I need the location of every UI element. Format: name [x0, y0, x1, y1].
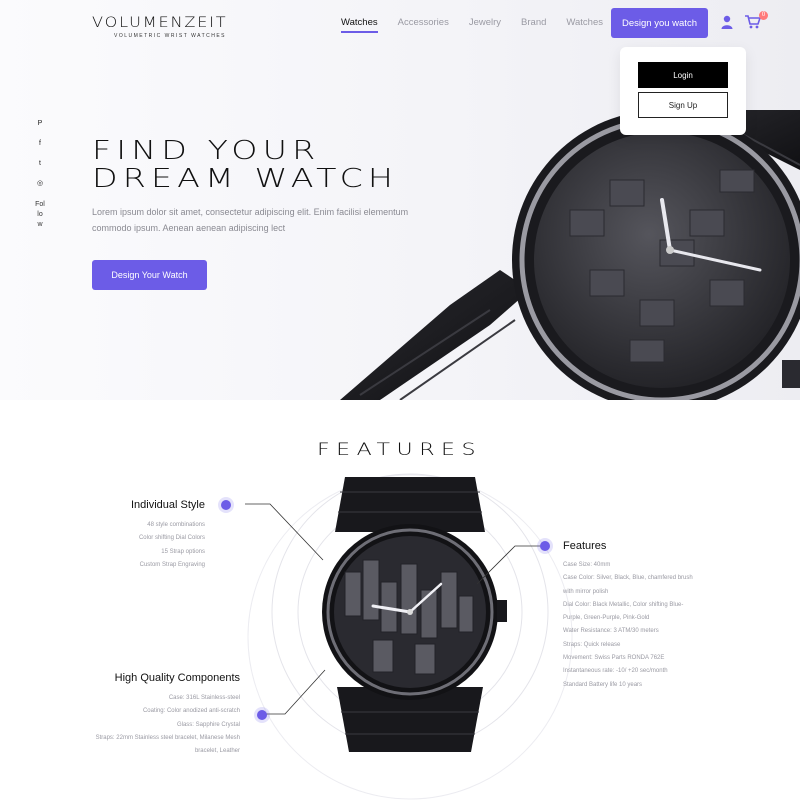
specs-title: Features — [563, 540, 607, 552]
features-watch-graphic — [245, 473, 573, 800]
brand-tagline: Volumetric Wrist Watches — [114, 33, 227, 39]
list-item: Color shifting Dial Colors — [138, 535, 205, 542]
nav-item-accessories[interactable]: Accessories — [398, 17, 449, 28]
user-icon[interactable] — [721, 15, 733, 29]
instagram-icon[interactable]: ◎ — [34, 178, 46, 190]
list-item: Purple, Green-Purple, Pink-Gold — [563, 615, 650, 622]
nav-item-watches[interactable]: Watches — [341, 17, 378, 33]
list-item: 15 Strap options — [161, 548, 205, 555]
individual-style-title: Individual Style — [131, 499, 205, 511]
login-button[interactable]: Login — [638, 62, 728, 88]
list-item: Straps: Quick release — [563, 641, 621, 648]
list-item: Water Resistance: 3 ATM/30 meters — [563, 628, 659, 635]
list-item: Straps: 22mm Stainless steel bracelet, M… — [95, 734, 240, 741]
high-quality-title: High Quality Components — [114, 672, 240, 684]
list-item: Movement: Swiss Parts RONDA 762E — [563, 655, 665, 662]
features-marker — [540, 541, 550, 551]
brand-logo[interactable]: VOLUMENZEIT Volumetric Wrist Watches — [92, 15, 226, 39]
list-item: Coating: Color anodized anti-scratch — [142, 708, 240, 715]
individual-style-marker — [221, 500, 231, 510]
pinterest-icon[interactable]: P — [34, 118, 46, 130]
signup-button[interactable]: Sign Up — [638, 92, 728, 118]
list-item: Case Color: Silver, Black, Blue, chamfer… — [563, 575, 693, 582]
features-title: Features — [0, 440, 800, 460]
follow-label: Follow — [35, 201, 45, 228]
features-title-text: Features — [317, 440, 483, 460]
individual-style-list: 48 style combinations Color shifting Dia… — [85, 519, 205, 572]
list-item: with mirror polish — [563, 588, 609, 595]
main-nav: Watches Accessories Jewelry Brand Watche… — [341, 17, 623, 33]
list-item: Dial Color: Black Metallic, Color shifti… — [563, 601, 684, 608]
design-your-watch-button[interactable]: Design Your Watch — [92, 260, 207, 290]
design-watch-header-button[interactable]: Design you watch — [611, 8, 708, 38]
facebook-icon[interactable]: f — [34, 138, 46, 150]
high-quality-list: Case: 316L Stainless-steel Coating: Colo… — [70, 692, 240, 758]
nav-item-jewelry[interactable]: Jewelry — [469, 17, 501, 28]
social-links: P f t ◎ — [34, 118, 46, 198]
list-item: Glass: Sapphire Crystal — [176, 721, 240, 728]
cart-count-badge: 0 — [759, 11, 768, 20]
high-quality-marker — [257, 710, 267, 720]
list-item: Standard Battery life 10 years — [563, 681, 643, 688]
twitter-icon[interactable]: t — [34, 158, 46, 170]
nav-item-watches-2[interactable]: Watches — [566, 17, 603, 28]
list-item: Case Size: 40mm — [563, 562, 611, 568]
hero-watch-image — [340, 110, 800, 400]
brand-name: VOLUMENZEIT — [92, 15, 228, 31]
list-item: Case: 316L Stainless-steel — [168, 695, 240, 701]
account-dropdown: Login Sign Up — [620, 47, 746, 135]
list-item: bracelet, Leather — [194, 748, 240, 755]
list-item: Instantaneous rate: -10/ +20 sec/month — [563, 668, 668, 675]
list-item: 48 style combinations — [147, 522, 205, 528]
hero-section: VOLUMENZEIT Volumetric Wrist Watches Wat… — [0, 0, 800, 400]
nav-item-brand[interactable]: Brand — [521, 17, 546, 28]
specs-list: Case Size: 40mm Case Color: Silver, Blac… — [563, 559, 738, 692]
list-item: Custom Strap Engraving — [139, 561, 205, 568]
